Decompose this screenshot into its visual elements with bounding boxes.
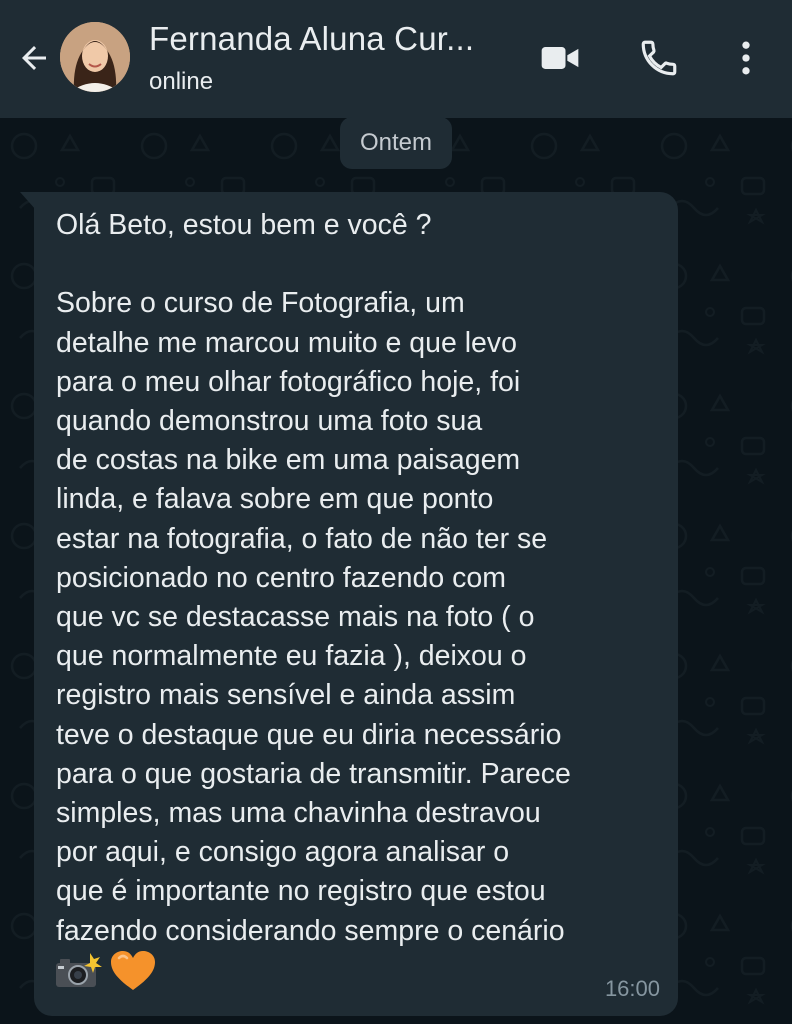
video-camera-icon: [541, 47, 579, 69]
kebab-menu-icon: [742, 41, 750, 75]
more-options-button[interactable]: [722, 34, 770, 82]
back-button[interactable]: [12, 36, 56, 80]
whatsapp-chat-screen: Fernanda Aluna Cur... online Ontem Olá B…: [0, 0, 792, 1024]
incoming-message-bubble[interactable]: Olá Beto, estou bem e você ? Sobre o cur…: [34, 192, 678, 1016]
date-divider: Ontem: [340, 117, 452, 169]
message-text: Olá Beto, estou bem e você ? Sobre o cur…: [56, 209, 571, 947]
chat-header: Fernanda Aluna Cur... online: [0, 0, 792, 118]
arrow-left-icon: [22, 46, 46, 70]
voice-call-button[interactable]: [635, 34, 683, 82]
camera-with-flash-icon: [56, 953, 102, 987]
contact-avatar[interactable]: [60, 22, 130, 92]
message-timestamp: 16:00: [604, 976, 660, 1001]
message-emojis: [54, 950, 156, 992]
orange-heart-icon: [111, 951, 155, 990]
contact-status: online: [149, 68, 214, 95]
avatar-photo: [60, 22, 130, 92]
contact-name[interactable]: Fernanda Aluna Cur...: [149, 20, 509, 58]
phone-icon: [641, 40, 677, 76]
video-call-button[interactable]: [536, 34, 584, 82]
